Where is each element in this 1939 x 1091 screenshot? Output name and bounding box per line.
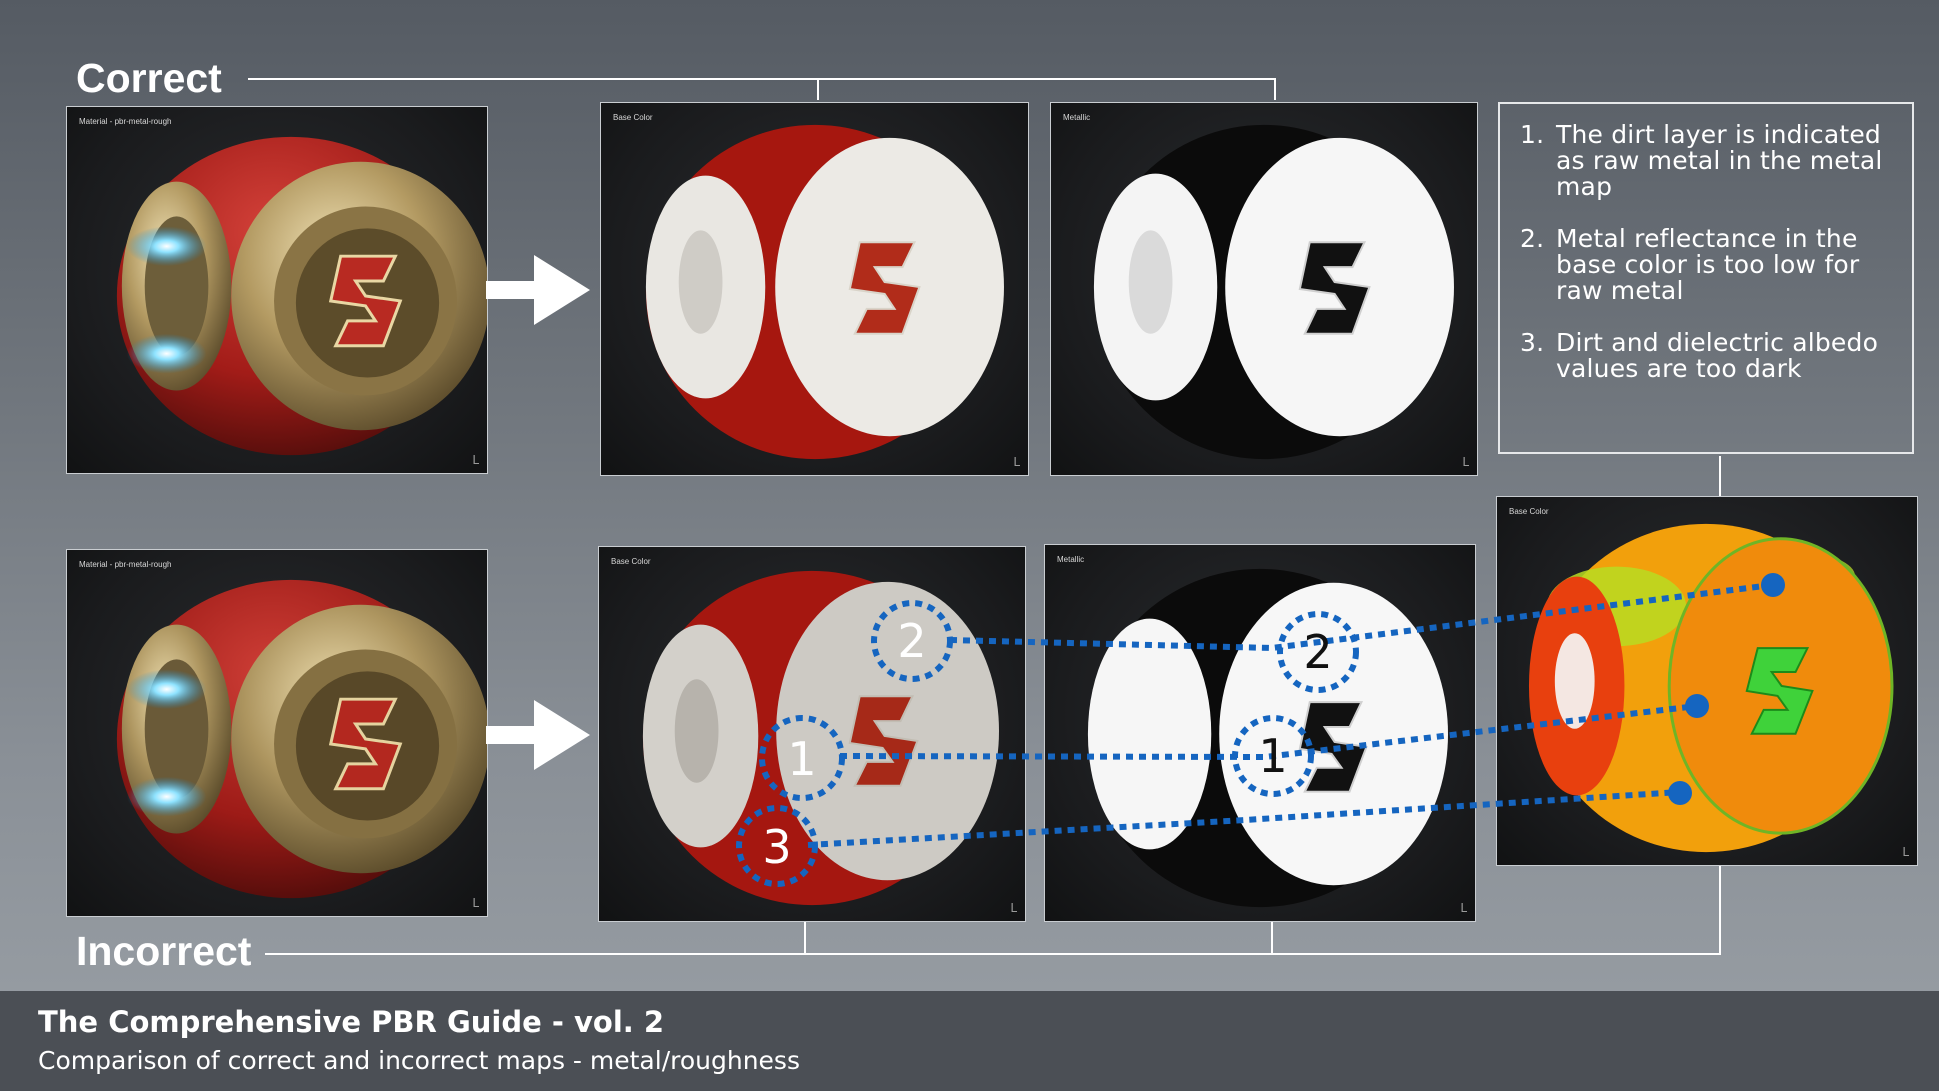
slide: Correct Incorrect Material - pbr-metal-r… bbox=[0, 0, 1939, 1091]
correct-connector bbox=[248, 78, 1276, 100]
incorrect-basecolor-panel: Base Color L bbox=[598, 546, 1026, 922]
panel-label: Material - pbr-metal-rough bbox=[79, 560, 172, 569]
material-ball-render bbox=[116, 579, 487, 899]
note-item: 1. The dirt layer is indicated as raw met… bbox=[1520, 122, 1892, 200]
correct-basecolor-panel: Base Color L bbox=[600, 102, 1029, 476]
notes-list: 1. The dirt layer is indicated as raw met… bbox=[1520, 122, 1892, 382]
correct-metallic-panel: Metallic L bbox=[1050, 102, 1478, 476]
material-ball-render bbox=[116, 136, 487, 456]
validation-panel: Base Color L bbox=[1496, 496, 1918, 866]
footer-title: The Comprehensive PBR Guide - vol. 2 bbox=[38, 1005, 665, 1039]
arrow-right-icon bbox=[486, 255, 590, 325]
note-number: 1. bbox=[1520, 120, 1545, 149]
panel-label: Material - pbr-metal-rough bbox=[79, 117, 172, 126]
basecolor-ball-render bbox=[645, 124, 1004, 460]
panel-label: Metallic bbox=[1057, 555, 1085, 564]
metallic-ball-render bbox=[1093, 124, 1454, 460]
note-text: The dirt layer is indicated as raw metal… bbox=[1556, 120, 1883, 201]
panel-label: Base Color bbox=[1509, 507, 1549, 516]
logo-mark: L bbox=[472, 453, 479, 467]
note-item: 3. Dirt and dielectric albedo values are … bbox=[1520, 330, 1892, 382]
note-number: 3. bbox=[1520, 328, 1545, 357]
arrow-right-icon bbox=[486, 700, 590, 770]
panel-label: Base Color bbox=[613, 113, 653, 122]
footer-subtitle: Comparison of correct and incorrect maps… bbox=[38, 1046, 800, 1075]
logo-mark: L bbox=[1902, 845, 1909, 859]
logo-mark: L bbox=[1462, 455, 1469, 469]
logo-mark: L bbox=[1013, 455, 1020, 469]
note-text: Dirt and dielectric albedo values are to… bbox=[1556, 328, 1879, 383]
note-item: 2. Metal reflectance in the base color is… bbox=[1520, 226, 1892, 304]
metallic-ball-render bbox=[1087, 568, 1448, 908]
incorrect-heading: Incorrect bbox=[76, 928, 252, 974]
notes-box: 1. The dirt layer is indicated as raw met… bbox=[1498, 102, 1914, 454]
correct-heading: Correct bbox=[76, 55, 222, 101]
logo-mark: L bbox=[1460, 901, 1467, 915]
logo-mark: L bbox=[472, 896, 479, 910]
logo-mark: L bbox=[1010, 901, 1017, 915]
incorrect-material-panel: Material - pbr-metal-rough L bbox=[66, 549, 488, 917]
basecolor-ball-render bbox=[642, 570, 999, 906]
panel-label: Base Color bbox=[611, 557, 651, 566]
validation-ball-render bbox=[1528, 523, 1894, 853]
correct-material-panel: Material - pbr-metal-rough L bbox=[66, 106, 488, 474]
note-text: Metal reflectance in the base color is t… bbox=[1556, 224, 1860, 305]
incorrect-metallic-panel: Metallic L bbox=[1044, 544, 1476, 922]
panel-label: Metallic bbox=[1063, 113, 1091, 122]
note-number: 2. bbox=[1520, 224, 1545, 253]
